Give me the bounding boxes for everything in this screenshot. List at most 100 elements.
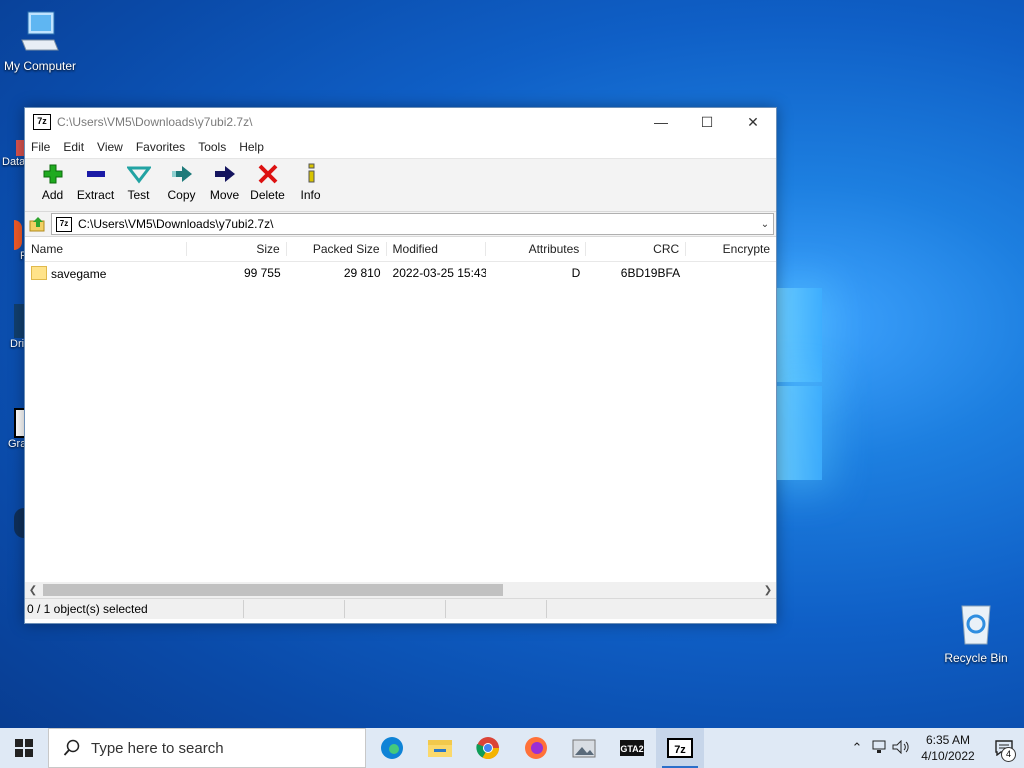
- title-bar[interactable]: 7z C:\Users\VM5\Downloads\y7ubi2.7z\ — ☐…: [25, 108, 776, 136]
- attributes-cell: D: [571, 266, 581, 280]
- extract-button[interactable]: Extract: [74, 159, 117, 202]
- recycle-bin-icon: [961, 605, 991, 645]
- add-icon: [43, 164, 62, 184]
- minimize-button[interactable]: —: [638, 108, 684, 136]
- up-folder-button[interactable]: [25, 213, 51, 235]
- search-icon: [63, 739, 80, 756]
- move-icon: [214, 166, 235, 182]
- 7zip-file-manager-window[interactable]: 7z C:\Users\VM5\Downloads\y7ubi2.7z\ — ☐…: [24, 107, 777, 624]
- table-row[interactable]: savegame 99 755 29 810 2022-03-25 15:43 …: [25, 262, 776, 284]
- 7zip-icon: 7z: [667, 738, 693, 758]
- window-title: C:\Users\VM5\Downloads\y7ubi2.7z\: [57, 115, 253, 129]
- file-name-cell: savegame: [25, 265, 187, 281]
- recycle-bin-desktop-icon[interactable]: Recycle Bin: [938, 600, 1014, 665]
- status-segment-3: [345, 600, 446, 618]
- crc-cell: 6BD19BFA: [620, 266, 681, 280]
- my-computer-desktop-icon[interactable]: My Computer: [2, 10, 78, 73]
- address-bar[interactable]: 7z C:\Users\VM5\Downloads\y7ubi2.7z\ ⌄: [51, 213, 774, 235]
- menu-bar: File Edit View Favorites Tools Help: [25, 136, 776, 158]
- up-folder-icon: [29, 217, 45, 232]
- toolbar: Add Extract Test Copy Move Delete Info: [25, 158, 776, 212]
- clock-time: 6:35 AM: [925, 733, 971, 747]
- column-header-packed-size[interactable]: Packed Size: [287, 242, 387, 256]
- taskbar-search-box[interactable]: Type here to search: [48, 728, 366, 768]
- menu-view[interactable]: View: [97, 140, 123, 154]
- gta2-icon: GTA2: [620, 740, 644, 756]
- desktop-icon-data[interactable]: Data: [2, 140, 25, 168]
- column-header-modified[interactable]: Modified: [387, 242, 487, 256]
- horizontal-scrollbar[interactable]: ❮ ❯: [25, 582, 776, 598]
- start-button[interactable]: [0, 728, 48, 768]
- add-button[interactable]: Add: [31, 159, 74, 202]
- chrome-icon: [476, 737, 499, 759]
- taskbar-gta2[interactable]: GTA2: [608, 728, 656, 768]
- delete-icon: [258, 164, 277, 184]
- taskbar-photos[interactable]: [560, 728, 608, 768]
- chevron-down-icon[interactable]: ⌄: [757, 219, 773, 230]
- status-bar: 0 / 1 object(s) selected: [25, 598, 776, 619]
- column-header-crc[interactable]: CRC: [586, 242, 687, 256]
- copy-icon: [171, 166, 192, 182]
- column-header-encrypted[interactable]: Encrypte: [686, 242, 776, 256]
- address-row: 7z C:\Users\VM5\Downloads\y7ubi2.7z\ ⌄: [25, 212, 776, 237]
- taskbar-7zip[interactable]: 7z: [656, 728, 704, 768]
- notifications-button[interactable]: 4: [984, 728, 1024, 768]
- file-explorer-icon: [428, 740, 452, 757]
- scroll-right-icon[interactable]: ❯: [760, 585, 776, 596]
- scroll-track[interactable]: [41, 584, 760, 596]
- folder-icon: [31, 265, 47, 280]
- notification-count-badge: 4: [1001, 747, 1016, 762]
- taskbar-firefox[interactable]: [512, 728, 560, 768]
- test-button[interactable]: Test: [117, 159, 160, 202]
- menu-help[interactable]: Help: [239, 140, 264, 154]
- clock[interactable]: 6:35 AM 4/10/2022: [912, 732, 984, 764]
- my-computer-label: My Computer: [3, 59, 77, 73]
- info-icon: [308, 163, 314, 183]
- info-button[interactable]: Info: [289, 159, 332, 202]
- file-list[interactable]: Name Size Packed Size Modified Attribute…: [25, 237, 776, 582]
- archive-icon: 7z: [56, 216, 72, 232]
- size-cell: 99 755: [243, 266, 281, 280]
- menu-favorites[interactable]: Favorites: [136, 140, 185, 154]
- photos-icon: [572, 739, 596, 758]
- copy-button[interactable]: Copy: [160, 159, 203, 202]
- taskbar-chrome[interactable]: [464, 728, 512, 768]
- windows-start-icon: [15, 739, 33, 757]
- column-headers: Name Size Packed Size Modified Attribute…: [25, 237, 776, 262]
- scroll-left-icon[interactable]: ❮: [25, 585, 41, 596]
- edge-icon: [381, 737, 403, 759]
- clock-date: 4/10/2022: [921, 749, 975, 763]
- network-icon[interactable]: [868, 740, 890, 757]
- delete-button[interactable]: Delete: [246, 159, 289, 202]
- menu-file[interactable]: File: [31, 140, 50, 154]
- taskbar-file-explorer[interactable]: [416, 728, 464, 768]
- menu-tools[interactable]: Tools: [198, 140, 226, 154]
- firefox-icon: [525, 737, 547, 759]
- menu-edit[interactable]: Edit: [63, 140, 84, 154]
- modified-cell: 2022-03-25 15:43: [392, 266, 487, 280]
- svg-text:7z: 7z: [674, 744, 686, 756]
- move-button[interactable]: Move: [203, 159, 246, 202]
- close-button[interactable]: ✕: [730, 108, 776, 136]
- column-header-size[interactable]: Size: [187, 242, 287, 256]
- svg-text:GTA2: GTA2: [620, 744, 643, 754]
- extract-icon: [86, 171, 105, 177]
- column-header-name[interactable]: Name: [25, 242, 187, 256]
- status-segment-2: [244, 600, 345, 618]
- maximize-button[interactable]: ☐: [684, 108, 730, 136]
- test-icon: [126, 166, 151, 184]
- search-placeholder: Type here to search: [91, 739, 224, 757]
- status-selection: 0 / 1 object(s) selected: [25, 600, 244, 618]
- column-header-attributes[interactable]: Attributes: [486, 242, 587, 256]
- 7zip-app-icon: 7z: [33, 114, 51, 130]
- taskbar-edge[interactable]: [368, 728, 416, 768]
- recycle-bin-label: Recycle Bin: [944, 651, 1008, 665]
- system-tray: ⌃ 6:35 AM 4/10/2022 4: [846, 728, 1024, 768]
- volume-icon[interactable]: [890, 739, 912, 757]
- computer-icon: [21, 11, 59, 51]
- packed-size-cell: 29 810: [343, 266, 381, 280]
- scroll-thumb[interactable]: [43, 584, 503, 596]
- chevron-up-icon[interactable]: ⌃: [846, 740, 868, 756]
- taskbar: Type here to search GTA2 7z ⌃ 6:35 AM 4/…: [0, 728, 1024, 768]
- status-segment-4: [446, 600, 547, 618]
